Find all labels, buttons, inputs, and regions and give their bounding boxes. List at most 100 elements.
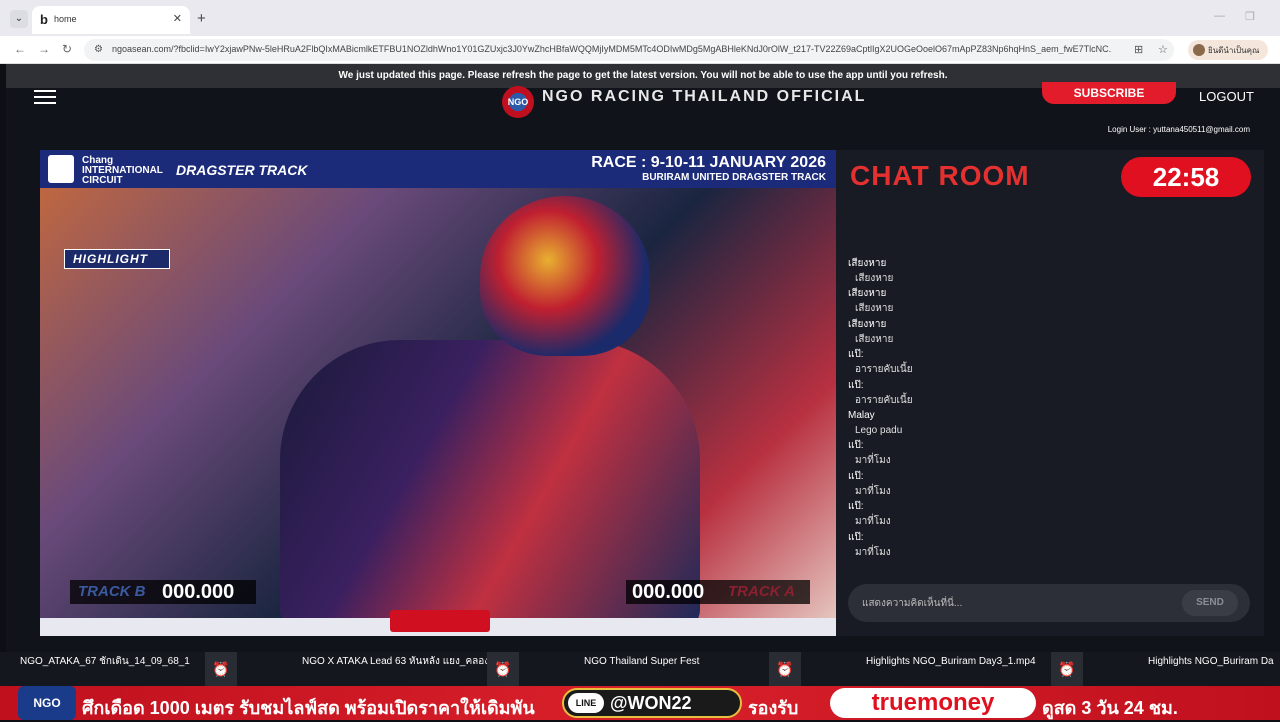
alarm-clock-icon[interactable]: ⏰ [1051, 652, 1083, 686]
menu-icon[interactable] [34, 90, 56, 104]
chat-message-text: Lego padu [855, 424, 903, 436]
alarm-clock-icon[interactable]: ⏰ [769, 652, 801, 686]
video-player[interactable]: Chang INTERNATIONAL CIRCUIT DRAGSTER TRA… [40, 150, 836, 636]
ad-banner[interactable]: NGO ศึกเดือด 1000 เมตร รับชมไลฟ์สด พร้อม… [0, 686, 1280, 720]
site-logo[interactable]: NGO [502, 86, 534, 118]
chat-message: แป๊: มาที่โมง [848, 499, 1248, 529]
site-info-icon[interactable]: ⚙ [94, 44, 103, 55]
chat-message-user: แป๊: [848, 349, 864, 361]
rider-image [190, 190, 750, 630]
alarm-clock-icon[interactable]: ⏰ [487, 652, 519, 686]
chat-message-text: มาที่โมง [855, 516, 891, 528]
minimize-icon[interactable]: — [1214, 10, 1225, 22]
chat-message-text: อารายคับเนี้ย [855, 364, 913, 376]
playlist-item-title: NGO_ATAKA_67 ชักเดิน_14_09_68_1 [20, 656, 190, 667]
circuit-logo [48, 155, 74, 183]
track-name: BURIRAM UNITED DRAGSTER TRACK [642, 172, 826, 183]
profile-button[interactable]: ยินดีนำเป็นคุณ [1188, 40, 1268, 60]
chat-message: เสียงหาย เสียงหาย [848, 317, 1248, 347]
website: We just updated this page. Please refres… [6, 64, 1280, 720]
chat-message-text: เสียงหาย [855, 273, 894, 284]
profile-label: ยินดีนำเป็นคุณ [1208, 46, 1260, 55]
alarm-clock-icon[interactable]: ⏰ [205, 652, 237, 686]
tab-list-icon[interactable]: ⌄ [10, 10, 28, 28]
site-title: NGO RACING THAILAND OFFICIAL [542, 88, 867, 105]
video-header: Chang INTERNATIONAL CIRCUIT DRAGSTER TRA… [40, 150, 836, 188]
track-b-value: 000.000 [162, 581, 235, 603]
chat-message: Malay Lego padu [848, 408, 1248, 438]
chat-message: แป๊: มาที่โมง [848, 530, 1248, 560]
track-a-value: 000.000 [632, 581, 705, 603]
chat-message-text: มาที่โมง [855, 485, 891, 497]
line-id: @WON22 [610, 693, 692, 713]
playlist-item[interactable]: Highlights NGO_Buriram Da [1128, 652, 1280, 686]
new-tab-icon[interactable]: + [197, 10, 206, 27]
playlist-item[interactable]: NGO X ATAKA Lead 63 หันหลัง แยง_คลอง 5_1… [282, 652, 564, 686]
chat-room: CHAT ROOM 22:58 เสียงหาย เสียงหาย เสียงหาย… [836, 150, 1264, 636]
bookmark-star-icon[interactable]: ☆ [1158, 43, 1168, 56]
countdown-timer: 22:58 [1121, 157, 1251, 197]
track-a-score: 000.000 TRACK A [626, 580, 810, 604]
highlight-badge: HIGHLIGHT [64, 249, 170, 269]
chat-message-text: มาที่โมง [855, 455, 891, 467]
logout-button[interactable]: LOGOUT [1199, 89, 1254, 104]
address-bar[interactable]: ⚙ ngoasean.com/?fbclid=IwY2xjawPNw-5leHR… [84, 39, 1174, 61]
chat-message: แป๊: อารายคับเนี้ย [848, 347, 1248, 377]
chat-message-user: เสียงหาย [848, 288, 887, 300]
ad-tagline: ดูสด 3 วัน 24 ชม. [1042, 698, 1178, 718]
chat-message: เสียงหาย เสียงหาย [848, 256, 1248, 286]
track-a-label: TRACK A [728, 583, 795, 600]
ad-headline: ศึกเดือด 1000 เมตร รับชมไลฟ์สด พร้อมเปิด… [82, 698, 535, 718]
track-brand: DRAGSTER TRACK [176, 162, 308, 178]
chat-message-user: แป๊: [848, 501, 864, 513]
chat-message-user: แป๊: [848, 379, 864, 391]
track-b-score: TRACK B 000.000 [70, 580, 256, 604]
chat-message-user: เสียงหาย [848, 318, 887, 330]
url-text[interactable]: ngoasean.com/?fbclid=IwY2xjawPNw-5leHRuA… [112, 44, 1112, 54]
chat-message-text: มาที่โมง [855, 546, 891, 558]
ad-supports: รองรับ [748, 698, 799, 718]
chat-message-user: แป๊: [848, 470, 864, 482]
back-icon[interactable]: ← [14, 42, 26, 56]
circuit-name: Chang INTERNATIONAL CIRCUIT [82, 155, 163, 186]
chat-message: เสียงหาย เสียงหาย [848, 286, 1248, 316]
playlist-item[interactable]: Highlights NGO_Buriram Day3_1.mp4 ⏰ [846, 652, 1128, 686]
chat-messages[interactable]: เสียงหาย เสียงหาย เสียงหาย เสียงหาย เสียงหาย… [848, 256, 1248, 560]
chat-message-text: อารายคับเนี้ย [855, 394, 913, 406]
chat-message: แป๊: มาที่โมง [848, 438, 1248, 468]
race-dates: RACE : 9-10-11 JANUARY 2026 [591, 154, 826, 171]
playlist-item[interactable]: NGO_ATAKA_67 ชักเดิน_14_09_68_1 ⏰ [0, 652, 282, 686]
tab-title: home [54, 14, 77, 24]
browser-tab-bar: ⌄ b home ✕ + — ❐ [0, 0, 1280, 36]
chat-message-user: Malay [848, 409, 875, 421]
reload-icon[interactable]: ↻ [62, 42, 72, 56]
playlist-item-title: Highlights NGO_Buriram Day3_1.mp4 [866, 656, 1036, 667]
login-user-label: Login User : yuttana450511@gmail.com [1107, 125, 1250, 134]
line-icon: LINE [568, 693, 604, 713]
browser-toolbar: ← → ↻ ⚙ ngoasean.com/?fbclid=IwY2xjawPNw… [0, 36, 1280, 64]
close-tab-icon[interactable]: ✕ [173, 12, 182, 25]
playlist-item[interactable]: NGO Thailand Super Fest ⏰ [564, 652, 846, 686]
ad-logo: NGO [18, 686, 76, 720]
chat-message-text: เสียงหาย [855, 303, 894, 315]
chat-message: แป๊: มาที่โมง [848, 469, 1248, 499]
playlist-bar: NGO_ATAKA_67 ชักเดิน_14_09_68_1 ⏰ NGO X AT… [0, 652, 1280, 686]
send-button[interactable]: SEND [1182, 590, 1238, 616]
subscribe-button[interactable]: SUBSCRIBE [1042, 82, 1176, 104]
forward-icon[interactable]: → [38, 42, 50, 56]
sponsor-strip [40, 610, 836, 636]
playlist-item-title: Highlights NGO_Buriram Da [1148, 656, 1274, 667]
sponsor-badge [390, 610, 490, 632]
maximize-icon[interactable]: ❐ [1245, 10, 1255, 23]
chat-message: แป๊: อารายคับเนี้ย [848, 378, 1248, 408]
chat-message-user: แป๊: [848, 531, 864, 543]
chat-message-user: เสียงหาย [848, 258, 887, 269]
truemoney-logo: truemoney [830, 688, 1036, 718]
tab-favicon: b [40, 12, 48, 27]
browser-tab[interactable]: b home ✕ [32, 6, 190, 34]
chat-title: CHAT ROOM [850, 160, 1030, 191]
chat-message-text: เสียงหาย [855, 333, 894, 345]
translate-icon[interactable]: ⊞ [1134, 43, 1143, 56]
avatar [1193, 44, 1205, 56]
line-id-badge: LINE @WON22 [562, 688, 742, 718]
